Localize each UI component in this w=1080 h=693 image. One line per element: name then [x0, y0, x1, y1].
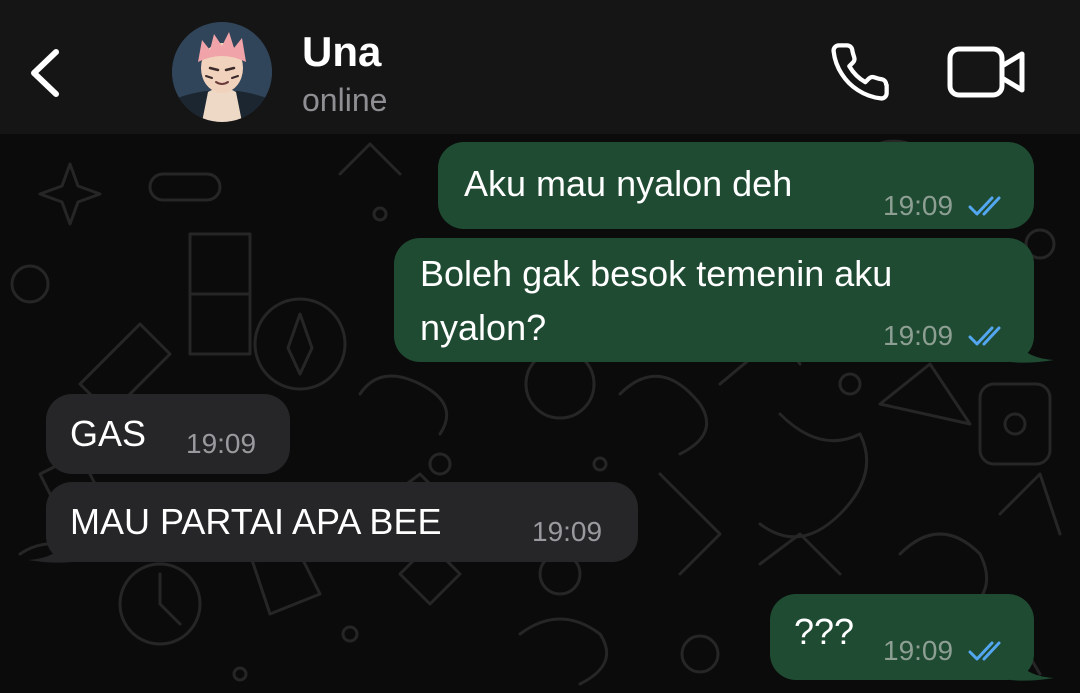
- message-bubble-incoming[interactable]: GAS 19:09: [46, 394, 290, 474]
- bubble-tail: [1010, 332, 1054, 363]
- message-time: 19:09: [532, 516, 603, 547]
- video-camera-icon: [947, 46, 1025, 98]
- message-text: Aku mau nyalon deh: [464, 163, 793, 204]
- message-bubble-outgoing[interactable]: Boleh gak besok temenin aku nyalon? 19:0…: [394, 238, 1034, 362]
- chevron-left-icon: [31, 49, 59, 97]
- contact-status: online: [302, 82, 388, 118]
- back-button[interactable]: [22, 42, 72, 102]
- message-bubble-outgoing[interactable]: ??? 19:09: [770, 594, 1034, 680]
- message-text: ???: [794, 611, 855, 652]
- message-bubble-incoming[interactable]: MAU PARTAI APA BEE 19:09: [46, 482, 638, 562]
- bubble-tail: [28, 532, 72, 563]
- message-text: Boleh gak besok temenin aku: [420, 253, 893, 294]
- message-time: 19:09: [883, 320, 954, 351]
- voice-call-button[interactable]: [828, 40, 892, 104]
- chat-header: Una online: [0, 0, 1080, 134]
- double-check-icon: [968, 326, 1001, 346]
- message-bubble-outgoing[interactable]: Aku mau nyalon deh 19:09: [438, 142, 1034, 229]
- contact-name[interactable]: Una: [302, 28, 381, 76]
- message-text: GAS: [70, 413, 147, 454]
- message-text: nyalon?: [420, 307, 547, 348]
- phone-icon: [831, 43, 889, 101]
- double-check-icon: [968, 196, 1001, 216]
- bubble-tail: [1010, 650, 1054, 681]
- message-text: MAU PARTAI APA BEE: [70, 501, 442, 542]
- message-time: 19:09: [883, 635, 954, 666]
- message-time: 19:09: [186, 428, 257, 459]
- avatar[interactable]: [172, 22, 272, 122]
- chat-area[interactable]: Aku mau nyalon deh 19:09 Boleh gak besok…: [0, 134, 1080, 693]
- message-time: 19:09: [883, 190, 954, 221]
- double-check-icon: [968, 641, 1001, 661]
- video-call-button[interactable]: [946, 44, 1028, 100]
- contact-avatar-image: [172, 22, 272, 122]
